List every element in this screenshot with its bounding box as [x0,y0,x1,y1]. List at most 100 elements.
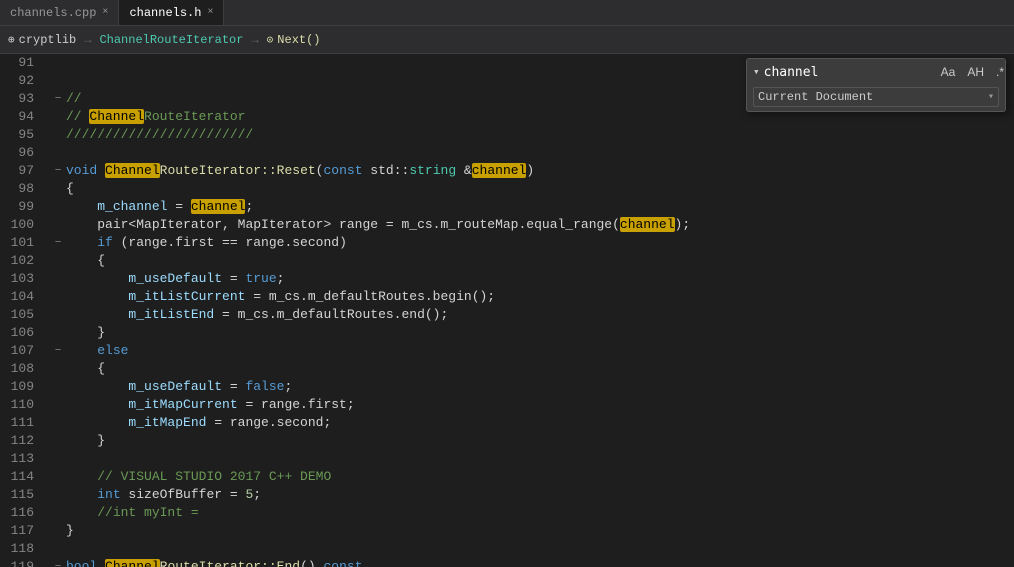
table-row: 117} [0,522,1014,540]
line-content: // VISUAL STUDIO 2017 C++ DEMO [66,468,1014,486]
class-name[interactable]: ChannelRouteIterator [99,33,243,47]
scope-label: Current Document [758,90,873,104]
line-number: 119 [0,558,50,567]
search-regex-btn[interactable]: .* [992,63,1008,81]
line-number: 117 [0,522,50,540]
search-match-case-btn[interactable]: Aa [937,63,960,81]
line-content: { [66,360,1014,378]
tab-label: channels.h [129,6,201,20]
line-number: 109 [0,378,50,396]
line-content: m_useDefault = true; [66,270,1014,288]
line-number: 95 [0,126,50,144]
table-row: 114 // VISUAL STUDIO 2017 C++ DEMO [0,468,1014,486]
table-row: 97−void ChannelRouteIterator::Reset(cons… [0,162,1014,180]
search-row: ▾ Aa AH .* × ← → [747,59,1005,85]
line-number: 101 [0,234,50,252]
method-icon: ⊙ [267,33,274,47]
code-lines: 919293−//94// ChannelRouteIterator95////… [0,54,1014,567]
collapse-icon[interactable]: − [50,90,66,108]
scope-arrow-icon: ▾ [988,91,994,103]
line-number: 91 [0,54,50,72]
table-row: 104 m_itListCurrent = m_cs.m_defaultRout… [0,288,1014,306]
line-number: 105 [0,306,50,324]
tab-channels-h[interactable]: channels.h × [119,0,224,25]
collapse-icon[interactable]: − [50,558,66,567]
line-content: } [66,324,1014,342]
line-content: { [66,180,1014,198]
line-number: 112 [0,432,50,450]
line-number: 114 [0,468,50,486]
line-content: { [66,252,1014,270]
line-content: //int myInt = [66,504,1014,522]
table-row: 96 [0,144,1014,162]
table-row: 116 //int myInt = [0,504,1014,522]
search-input[interactable] [764,65,933,80]
code-scroll[interactable]: 919293−//94// ChannelRouteIterator95////… [0,54,1014,567]
line-content: //////////////////////// [66,126,1014,144]
table-row: 98{ [0,180,1014,198]
collapse-icon[interactable]: − [50,234,66,252]
line-number: 113 [0,450,50,468]
toolbar: ⊕ cryptlib → ChannelRouteIterator → ⊙ Ne… [0,26,1014,54]
line-number: 99 [0,198,50,216]
line-number: 110 [0,396,50,414]
tab-channels-cpp[interactable]: channels.cpp × [0,0,119,25]
line-number: 116 [0,504,50,522]
code-area: ▾ Aa AH .* × ← → Current Document ▾ 9192… [0,54,1014,567]
table-row: 103 m_useDefault = true; [0,270,1014,288]
line-number: 108 [0,360,50,378]
line-content: void ChannelRouteIterator::Reset(const s… [66,162,1014,180]
namespace-icon: ⊕ [8,33,15,47]
line-content: if (range.first == range.second) [66,234,1014,252]
line-content: m_itMapCurrent = range.first; [66,396,1014,414]
separator2: → [251,33,258,47]
line-content: m_useDefault = false; [66,378,1014,396]
tab-close-cpp[interactable]: × [102,7,108,18]
line-number: 104 [0,288,50,306]
line-number: 93 [0,90,50,108]
collapse-icon[interactable]: − [50,342,66,360]
search-box: ▾ Aa AH .* × ← → Current Document ▾ [746,58,1006,112]
table-row: 106 } [0,324,1014,342]
table-row: 95 //////////////////////// [0,126,1014,144]
table-row: 112 } [0,432,1014,450]
table-row: 110 m_itMapCurrent = range.first; [0,396,1014,414]
tab-close-h[interactable]: × [207,7,213,18]
line-number: 107 [0,342,50,360]
line-content: m_itMapEnd = range.second; [66,414,1014,432]
main-area: ▾ Aa AH .* × ← → Current Document ▾ 9192… [0,54,1014,567]
line-content: m_channel = channel; [66,198,1014,216]
table-row: 101− if (range.first == range.second) [0,234,1014,252]
table-row: 115 int sizeOfBuffer = 5; [0,486,1014,504]
line-content: m_itListEnd = m_cs.m_defaultRoutes.end()… [66,306,1014,324]
table-row: 119−bool ChannelRouteIterator::End() con… [0,558,1014,567]
collapse-icon[interactable]: − [50,162,66,180]
separator1: → [84,33,91,47]
line-number: 103 [0,270,50,288]
line-content: m_itListCurrent = m_cs.m_defaultRoutes.b… [66,288,1014,306]
line-number: 106 [0,324,50,342]
search-whole-word-btn[interactable]: AH [963,63,988,81]
line-number: 96 [0,144,50,162]
line-number: 92 [0,72,50,90]
lib-name: cryptlib [19,33,77,47]
line-number: 100 [0,216,50,234]
table-row: 113 [0,450,1014,468]
method-name[interactable]: Next() [277,33,320,47]
line-number: 102 [0,252,50,270]
table-row: 107− else [0,342,1014,360]
search-expand-btn[interactable]: ▾ [753,65,760,79]
tab-bar: channels.cpp × channels.h × [0,0,1014,26]
line-number: 97 [0,162,50,180]
line-content: } [66,522,1014,540]
tab-label: channels.cpp [10,6,96,20]
line-content: int sizeOfBuffer = 5; [66,486,1014,504]
table-row: 108 { [0,360,1014,378]
table-row: 102 { [0,252,1014,270]
table-row: 105 m_itListEnd = m_cs.m_defaultRoutes.e… [0,306,1014,324]
search-scope-dropdown[interactable]: Current Document ▾ [753,87,999,107]
table-row: 99 m_channel = channel; [0,198,1014,216]
line-number: 118 [0,540,50,558]
line-number: 94 [0,108,50,126]
line-content: bool ChannelRouteIterator::End() const [66,558,1014,567]
